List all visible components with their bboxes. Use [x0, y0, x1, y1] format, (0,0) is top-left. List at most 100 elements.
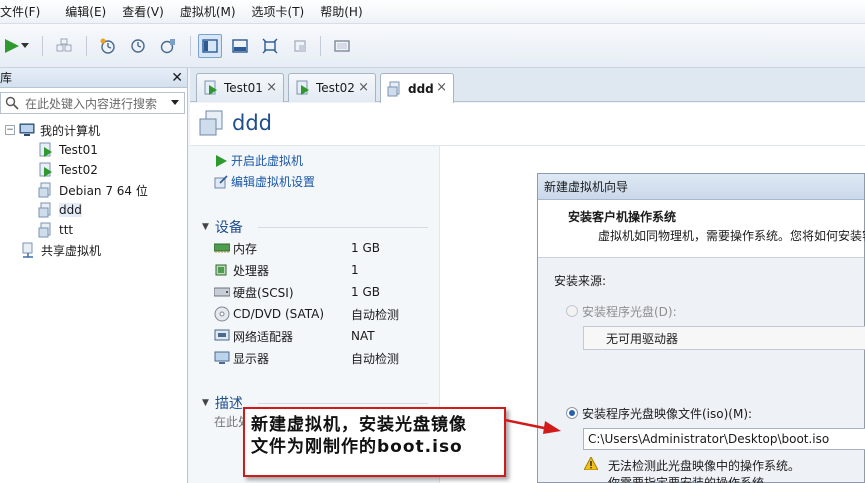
install-source-label: 安装来源: [554, 274, 607, 288]
tree-item-vm[interactable]: Test02 [0, 160, 187, 180]
vm-title: ddd [198, 109, 272, 137]
vm-icon [387, 81, 400, 96]
new-vm-wizard-dialog: 新建虚拟机向导 安装客户机操作系统 虚拟机如同物理机，需要操作系统。您将如何安装… [537, 173, 865, 483]
toolbar-separator [190, 36, 191, 56]
collapse-triangle-icon: ▼ [202, 222, 209, 232]
device-row-hard-disk[interactable]: 硬盘(SCSI) 1 GB [214, 283, 434, 301]
vm-running-icon [39, 162, 52, 177]
device-row-processor[interactable]: 处理器 1 [214, 261, 434, 279]
toolbar-separator [320, 36, 321, 56]
tab-ddd[interactable]: ddd × [380, 73, 454, 103]
display-icon [214, 351, 230, 365]
wizard-subheading: 虚拟机如同物理机，需要操作系统。您将如何安装客 [598, 229, 865, 243]
tree-item-vm[interactable]: ttt [0, 220, 187, 240]
edit-settings-link[interactable]: 编辑虚拟机设置 [214, 173, 315, 190]
menu-vm[interactable]: 虚拟机(M) [180, 3, 246, 20]
tree-item-shared-vms[interactable]: 共享虚拟机 [0, 240, 187, 260]
tab-test02[interactable]: Test02 × [288, 73, 376, 102]
vm-icon [38, 182, 51, 198]
library-tree: − 我的计算机 Test01 Test02 Debian 7 64 位 ddd … [0, 120, 187, 260]
snapshot-take-icon[interactable] [96, 34, 120, 58]
close-icon[interactable]: ✕ [171, 70, 183, 86]
toolbar-separator [86, 36, 87, 56]
collapse-triangle-icon: ▼ [202, 398, 209, 408]
menu-view[interactable]: 查看(V) [122, 3, 174, 20]
power-on-link[interactable]: 开启此虚拟机 [214, 152, 303, 169]
description-section-header[interactable]: ▼ 描述 [202, 393, 243, 413]
vm-running-icon [39, 142, 52, 157]
toolbar [0, 24, 865, 68]
search-icon [5, 96, 19, 110]
annotation-line-1: 新建虚拟机，安装光盘镜像 [251, 415, 467, 435]
tab-strip: Test01 × Test02 × ddd × [190, 68, 865, 103]
console-view-icon[interactable] [330, 34, 354, 58]
tree-item-vm[interactable]: Test01 [0, 140, 187, 160]
library-title: 库 [0, 71, 13, 85]
radio-install-iso[interactable] [566, 407, 578, 419]
wizard-title-bar: 新建虚拟机向导 [538, 174, 864, 200]
tab-close-icon[interactable]: × [436, 80, 447, 95]
tab-close-icon[interactable]: × [358, 80, 369, 95]
toolbar-separator [42, 36, 43, 56]
menu-tabs[interactable]: 选项卡(T) [252, 3, 315, 20]
snapshot-manager-icon[interactable] [156, 34, 180, 58]
annotation-arrow-icon [505, 418, 561, 434]
warning-line-2: 你需要指定要安装的操作系统。 [608, 476, 777, 483]
view-thumbnail-icon[interactable] [228, 34, 252, 58]
hard-disk-icon [214, 286, 230, 298]
view-library-icon[interactable] [198, 34, 222, 58]
menu-file[interactable]: 文件(F) [0, 3, 50, 20]
annotation-line-2: 文件为刚制作的boot.iso [251, 437, 463, 457]
tab-test01[interactable]: Test01 × [196, 73, 284, 102]
tree-item-vm[interactable]: Debian 7 64 位 [0, 180, 187, 200]
device-row-display[interactable]: 显示器 自动检测 [214, 349, 434, 367]
computer-icon [19, 123, 35, 136]
library-panel: 库 ✕ 在此处键入内容进行搜索 − 我的计算机 Test01 Test02 De… [0, 68, 188, 483]
annotation-callout: 新建虚拟机，安装光盘镜像 文件为刚制作的boot.iso [243, 407, 506, 477]
vm-running-icon [296, 80, 309, 95]
search-placeholder: 在此处键入内容进行搜索 [25, 96, 158, 111]
vm-large-icon [199, 110, 223, 136]
menu-bar: 文件(F) 编辑(E) 查看(V) 虚拟机(M) 选项卡(T) 帮助(H) [0, 0, 865, 24]
tab-close-icon[interactable]: × [266, 80, 277, 95]
shared-vm-icon [22, 242, 33, 258]
menu-edit[interactable]: 编辑(E) [65, 3, 116, 20]
tree-item-vm-selected[interactable]: ddd [0, 200, 187, 220]
vm-running-icon [204, 80, 217, 95]
disc-drive-select[interactable]: 无可用驱动器 [583, 326, 865, 350]
settings-icon [214, 174, 228, 188]
vm-name: ddd [232, 111, 272, 135]
chevron-down-icon[interactable] [170, 99, 180, 107]
wizard-header: 安装客户机操作系统 虚拟机如同物理机，需要操作系统。您将如何安装客 [538, 200, 865, 258]
play-icon [216, 154, 227, 167]
devices-section-header[interactable]: ▼ 设备 [202, 217, 243, 237]
snapshot-revert-icon[interactable] [126, 34, 150, 58]
unity-icon[interactable] [288, 34, 312, 58]
install-iso-label: 安装程序光盘映像文件(iso)(M): [582, 407, 753, 421]
wizard-heading: 安装客户机操作系统 [568, 210, 677, 224]
radio-install-disc[interactable] [566, 305, 578, 317]
device-row-cd-dvd[interactable]: CD/DVD (SATA) 自动检测 [214, 305, 434, 323]
library-header: 库 ✕ [0, 68, 187, 88]
warning-icon [584, 457, 598, 470]
fullscreen-icon[interactable] [258, 34, 282, 58]
menu-help[interactable]: 帮助(H) [320, 3, 372, 20]
tree-item-my-computer[interactable]: − 我的计算机 [0, 120, 187, 140]
send-ctrl-alt-del-icon[interactable] [52, 34, 76, 58]
cd-dvd-icon [214, 306, 230, 322]
divider [258, 403, 428, 404]
memory-icon [214, 242, 230, 254]
iso-path-input[interactable]: C:\Users\Administrator\Desktop\boot.iso [583, 428, 865, 450]
vm-icon [38, 222, 51, 238]
vm-icon [38, 202, 51, 218]
library-search-input[interactable]: 在此处键入内容进行搜索 [0, 92, 185, 114]
device-row-network[interactable]: 网络适配器 NAT [214, 327, 434, 345]
install-disc-label: 安装程序光盘(D): [582, 305, 677, 319]
collapse-icon[interactable]: − [5, 125, 15, 135]
network-adapter-icon [214, 329, 230, 343]
wizard-title: 新建虚拟机向导 [544, 180, 629, 194]
divider [258, 227, 428, 228]
device-row-memory[interactable]: 内存 1 GB [214, 239, 434, 257]
dropdown-arrow-icon[interactable] [16, 34, 34, 58]
cpu-icon [214, 263, 230, 277]
